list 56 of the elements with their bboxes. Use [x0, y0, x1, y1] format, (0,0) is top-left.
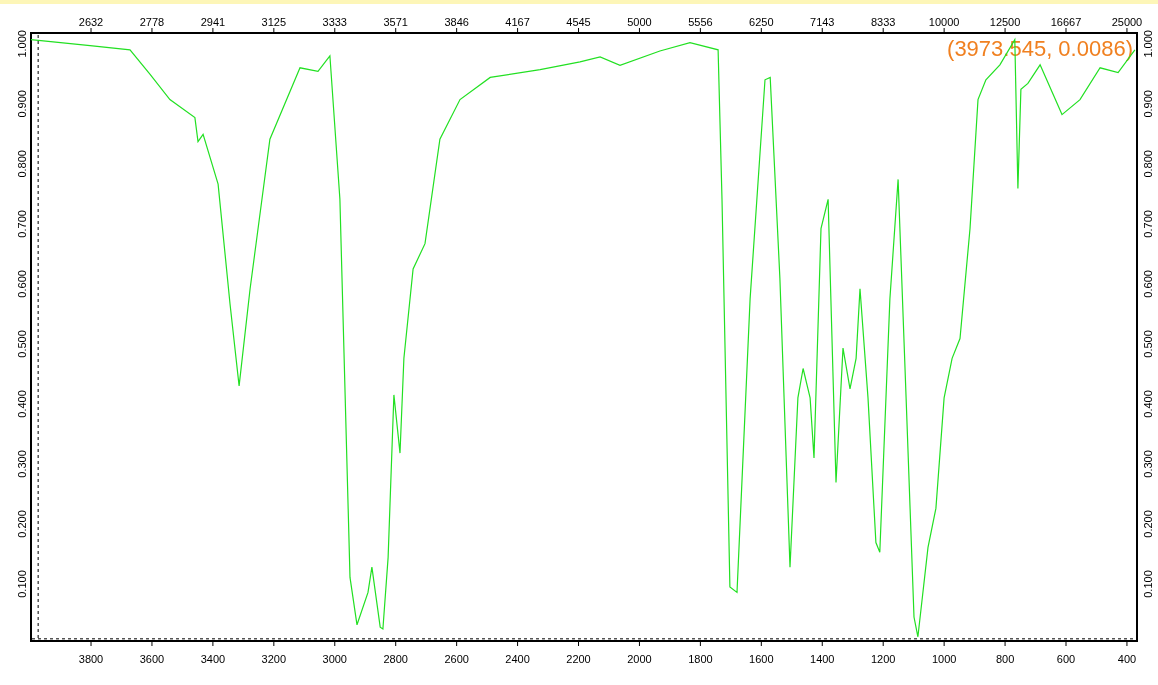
axis-label: 3125	[261, 16, 287, 28]
axis-label: 1200	[870, 653, 896, 665]
axis-label: 16667	[1050, 16, 1082, 28]
axis-label: 800	[995, 653, 1015, 665]
axis-label: 25000	[1111, 16, 1143, 28]
axis-label: 3200	[261, 653, 287, 665]
axis-label: 0.500	[1142, 330, 1154, 358]
axis-label: 0.800	[1142, 150, 1154, 178]
axis-label: 0.300	[1142, 450, 1154, 478]
axis-label: 5000	[627, 16, 652, 28]
axis-label: 0.100	[16, 570, 28, 598]
axis-label: 3800	[78, 653, 104, 665]
axis-label: 2800	[383, 653, 408, 665]
axis-label: 1.000	[1142, 30, 1154, 58]
axis-label: 0.100	[1142, 570, 1154, 598]
axis-label: 3000	[322, 653, 347, 665]
axis-label: 0.400	[16, 390, 28, 418]
axis-label: 3600	[139, 653, 165, 665]
axis-label: 3333	[322, 16, 347, 28]
axis-label: 2400	[505, 653, 530, 665]
axis-label: 0.300	[16, 450, 28, 478]
axis-label: 600	[1056, 653, 1076, 665]
axis-label: 7143	[810, 16, 835, 28]
axis-label: 0.600	[1142, 270, 1154, 298]
axis-label: 0.400	[1142, 390, 1154, 418]
axis-label: 0.700	[1142, 210, 1154, 238]
axis-label: 2778	[139, 16, 165, 28]
axis-label: 3846	[444, 16, 469, 28]
axis-label: 2941	[200, 16, 226, 28]
axis-label: 1600	[749, 653, 774, 665]
axis-label: 0.200	[1142, 510, 1154, 538]
axis-label: 2000	[627, 653, 652, 665]
axis-label: 1.000	[16, 30, 28, 58]
axis-label: 0.700	[16, 210, 28, 238]
axis-label: 1000	[931, 653, 957, 665]
axis-label: 0.600	[16, 270, 28, 298]
axis-label: 6250	[749, 16, 774, 28]
axis-label: 12500	[989, 16, 1021, 28]
axis-label: 5556	[688, 16, 713, 28]
axis-label: 2600	[444, 653, 469, 665]
axis-label: 4167	[505, 16, 530, 28]
axis-label: 0.500	[16, 330, 28, 358]
axis-label: 0.900	[16, 90, 28, 118]
axis-label: 1400	[810, 653, 835, 665]
axis-label: 10000	[928, 16, 960, 28]
axis-label: 3400	[200, 653, 226, 665]
axis-label: 2632	[78, 16, 104, 28]
axis-label: 1800	[688, 653, 713, 665]
axis-label: 0.900	[1142, 90, 1154, 118]
axis-label: 0.200	[16, 510, 28, 538]
axis-label: 3571	[383, 16, 408, 28]
axis-label: 8333	[870, 16, 896, 28]
axis-label: 400	[1117, 653, 1137, 665]
axis-label: 4545	[566, 16, 591, 28]
axis-label: 0.800	[16, 150, 28, 178]
axis-label: 2200	[566, 653, 591, 665]
